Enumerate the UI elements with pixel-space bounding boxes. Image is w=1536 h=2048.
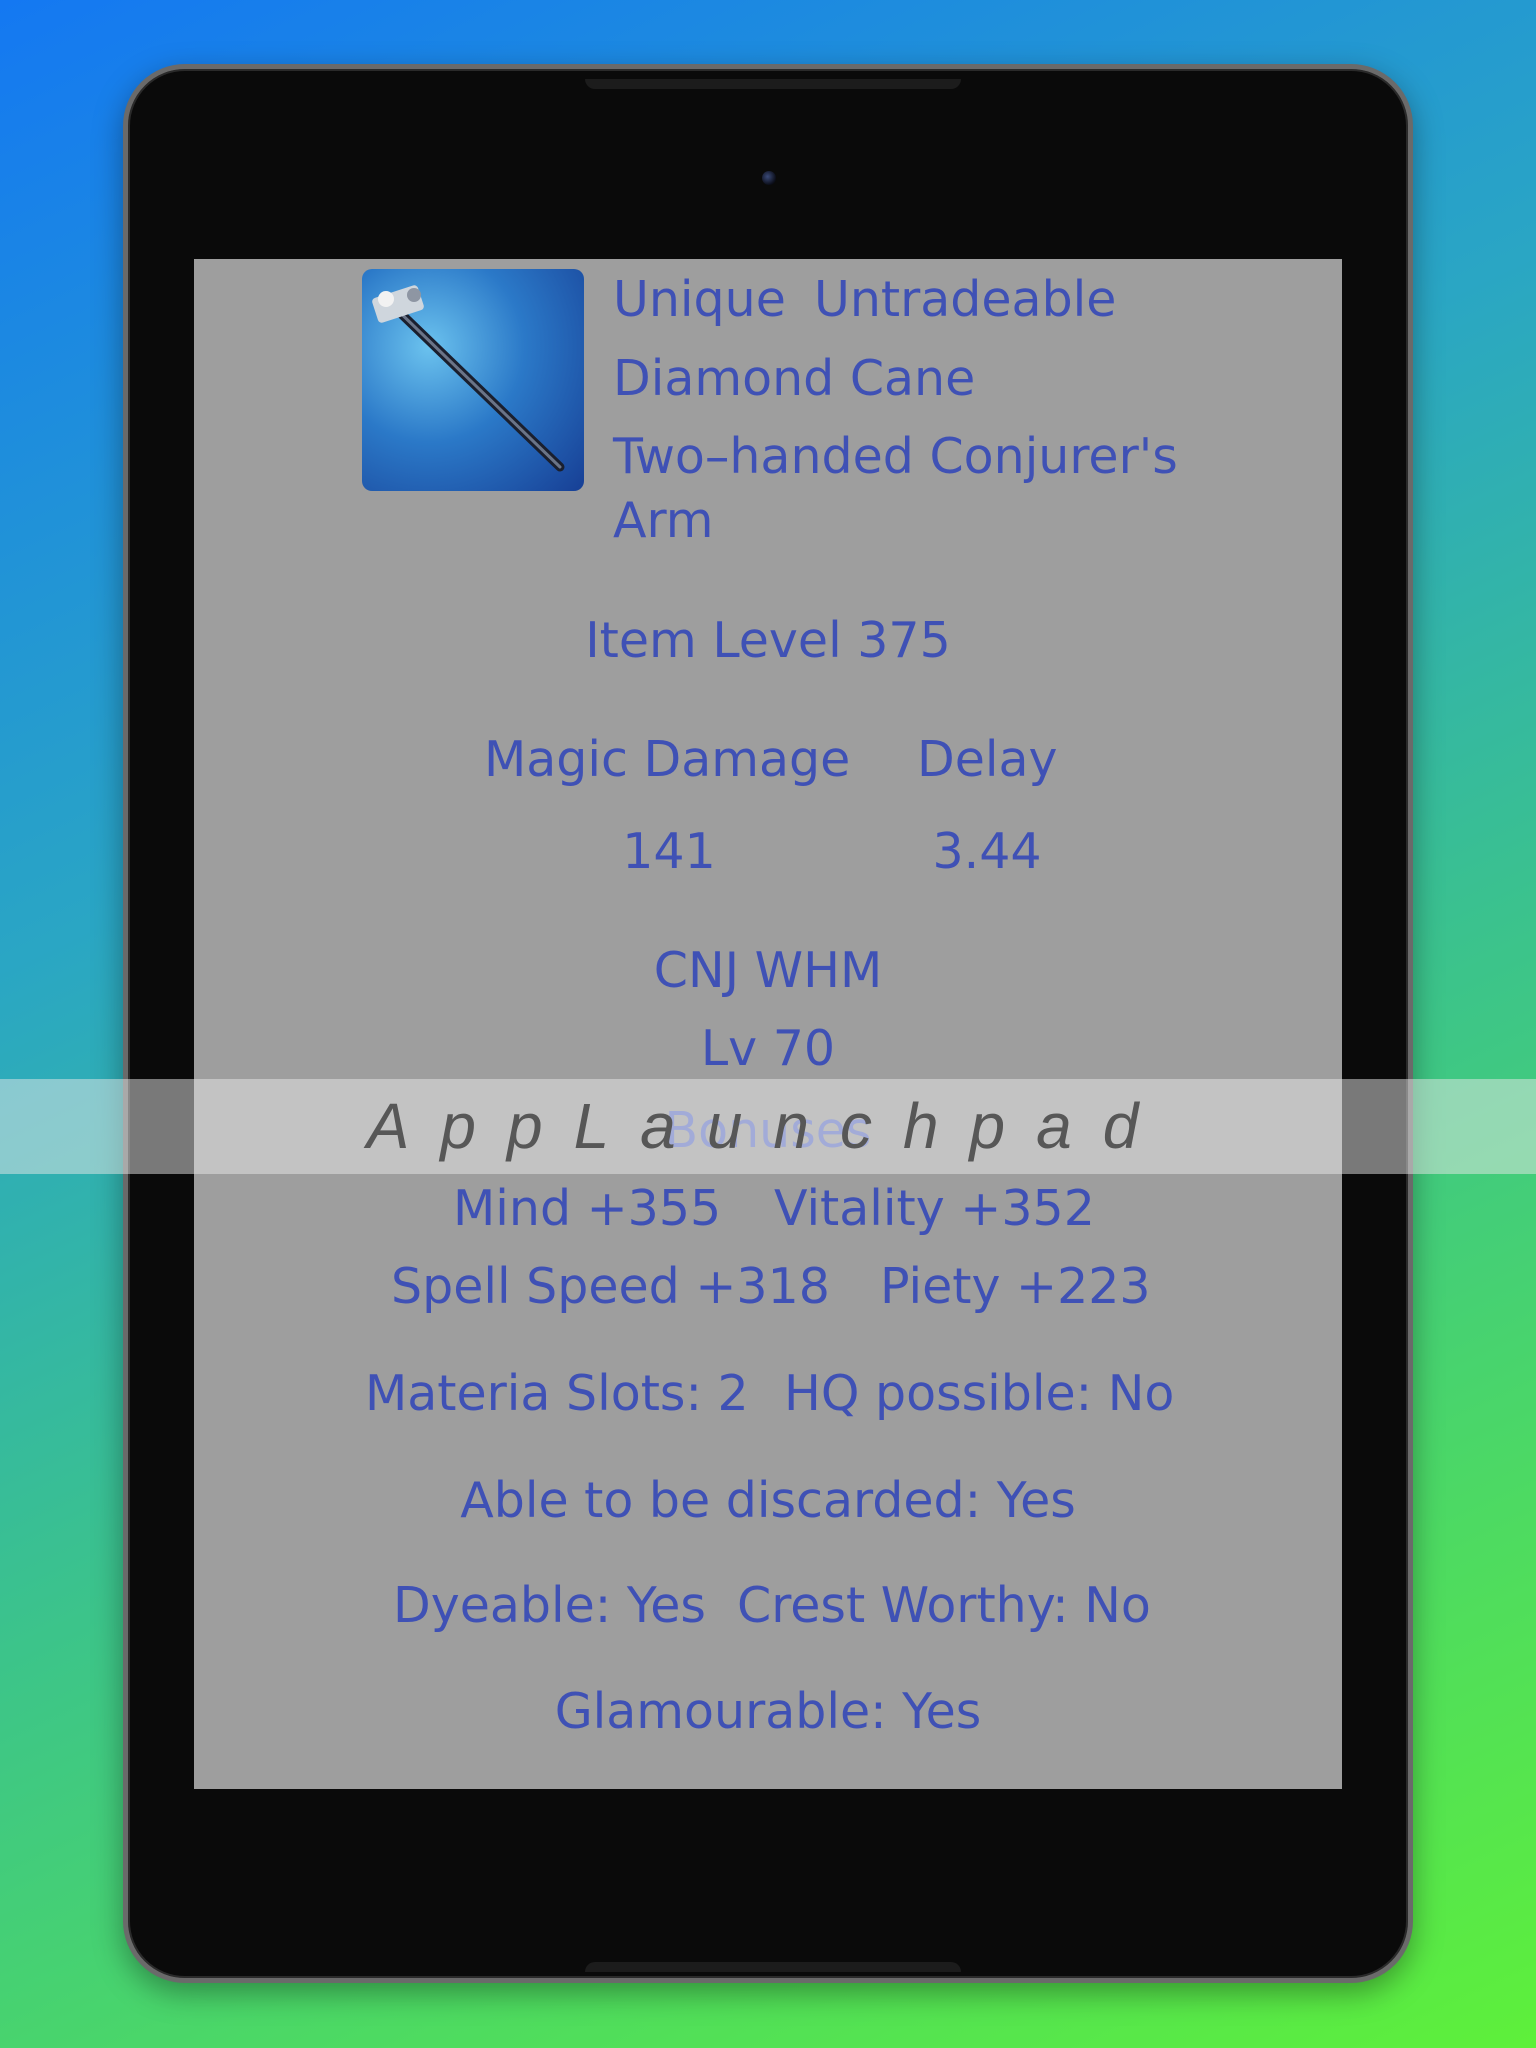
tablet-top-notch (585, 79, 961, 89)
magic-damage-label: Magic Damage (484, 731, 851, 788)
staff-icon-graphic (372, 285, 565, 472)
bonus-vitality: Vitality +352 (774, 1180, 1095, 1237)
item-type-line1: Two–handed Conjurer's (613, 428, 1178, 485)
staff-icon (362, 269, 584, 491)
class-list: CNJ WHM (653, 942, 883, 999)
item-level: Item Level 375 (585, 612, 951, 669)
materia-slots: Materia Slots: 2 (365, 1365, 749, 1422)
bonus-spell-speed: Spell Speed +318 (391, 1258, 830, 1315)
dyeable: Dyeable: Yes (393, 1577, 706, 1634)
item-detail-screen: Unique Untradeable Diamond Cane Two–hand… (194, 259, 1342, 1789)
bonus-piety: Piety +223 (880, 1258, 1151, 1315)
delay-label: Delay (917, 731, 1058, 788)
watermark-text: AppLaunchpad (366, 1090, 1170, 1162)
required-level: Lv 70 (700, 1020, 836, 1077)
bonus-mind: Mind +355 (453, 1180, 722, 1237)
front-camera (762, 171, 776, 185)
discardable: Able to be discarded: Yes (460, 1472, 1076, 1529)
glamourable: Glamourable: Yes (554, 1683, 982, 1740)
hq-possible: HQ possible: No (784, 1365, 1175, 1422)
magic-damage-value: 141 (622, 823, 716, 880)
unique-tag: Unique (613, 271, 786, 328)
delay-value: 3.44 (932, 823, 1042, 880)
item-name: Diamond Cane (613, 350, 976, 407)
item-type-line2: Arm (613, 492, 714, 549)
crest-worthy: Crest Worthy: No (737, 1577, 1151, 1634)
untradeable-tag: Untradeable (814, 271, 1117, 328)
tablet-bottom-notch (585, 1962, 961, 1972)
